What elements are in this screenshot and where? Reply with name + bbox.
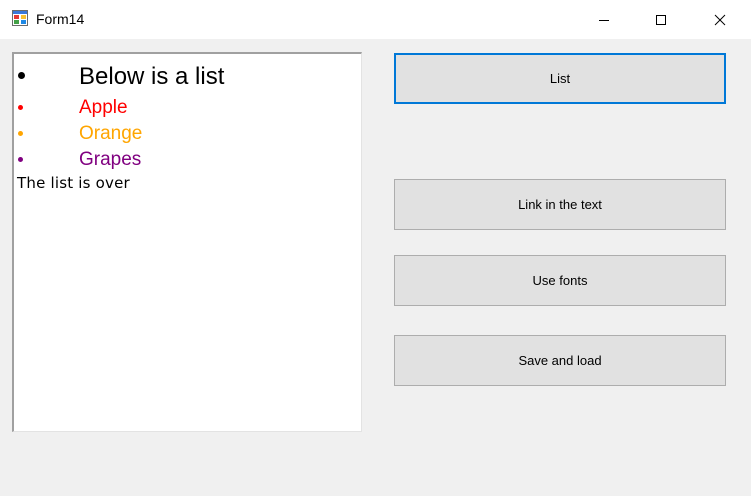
- app-form-icon: [12, 10, 28, 26]
- title-bar[interactable]: Form14: [0, 0, 751, 39]
- minimize-button[interactable]: [575, 0, 633, 39]
- close-icon: [714, 14, 726, 25]
- link-in-text-button[interactable]: Link in the text: [394, 179, 726, 230]
- save-and-load-button[interactable]: Save and load: [394, 335, 726, 386]
- maximize-button[interactable]: [632, 0, 690, 39]
- list-heading: Below is a list: [79, 63, 225, 90]
- form-window: Form14 Below is a list Apple Orange Grap…: [0, 0, 751, 496]
- list-item-orange: Orange: [79, 123, 143, 144]
- maximize-icon: [656, 14, 666, 25]
- bullet-icon: [18, 157, 23, 162]
- rich-text-box[interactable]: Below is a list Apple Orange Grapes The …: [12, 52, 362, 432]
- bullet-icon: [18, 105, 23, 110]
- minimize-icon: [599, 19, 609, 21]
- list-item-apple: Apple: [79, 97, 128, 118]
- list-button[interactable]: List: [394, 53, 726, 104]
- list-item-grapes: Grapes: [79, 149, 142, 170]
- window-title: Form14: [36, 11, 85, 27]
- use-fonts-button[interactable]: Use fonts: [394, 255, 726, 306]
- bullet-icon: [18, 72, 25, 79]
- list-footer-text: The list is over: [17, 174, 130, 192]
- bullet-icon: [18, 131, 23, 136]
- close-button[interactable]: [691, 0, 749, 39]
